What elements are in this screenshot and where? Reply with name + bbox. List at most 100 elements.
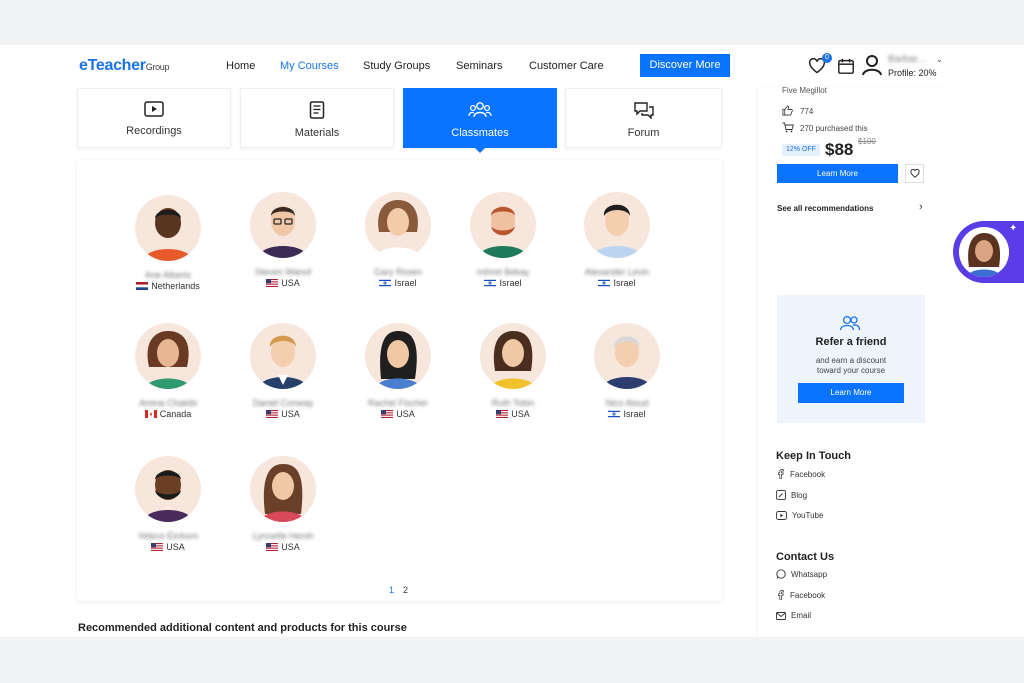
- likes-count: 774: [800, 107, 814, 116]
- tab-recordings[interactable]: Recordings: [77, 88, 231, 148]
- tab-label: Recordings: [126, 125, 182, 137]
- classmate-name: Lynnette Hersh: [252, 531, 314, 541]
- classmate-card[interactable]: Lynnette Hersh USA: [228, 456, 338, 552]
- refer-line-2: toward your course: [816, 366, 886, 375]
- classmate-card[interactable]: Gary Rosen Israel: [343, 192, 453, 288]
- facebook-icon: [778, 469, 784, 480]
- classmate-name: Amina Chakibi: [138, 398, 198, 408]
- classmate-card[interactable]: Amina Chakibi Canada: [113, 323, 223, 419]
- classmate-country: Israel: [562, 278, 672, 288]
- discover-more-button[interactable]: Discover More: [640, 54, 730, 77]
- link-blog[interactable]: Blog: [776, 490, 807, 500]
- nav-seminars[interactable]: Seminars: [456, 60, 502, 72]
- refer-learn-more-button[interactable]: Learn More: [798, 383, 904, 403]
- see-all-recommendations-link[interactable]: See all recommendations: [777, 204, 873, 213]
- nav-customer-care[interactable]: Customer Care: [529, 60, 604, 72]
- avatar: [470, 192, 536, 258]
- chevron-down-icon[interactable]: ⌄: [936, 55, 943, 64]
- classmate-card[interactable]: Yeleno Einhorn USA: [113, 456, 223, 552]
- classmate-country: USA: [228, 278, 338, 288]
- logo-group-text: Group: [145, 62, 170, 72]
- link-label: Facebook: [790, 591, 826, 600]
- learn-more-button[interactable]: Learn More: [777, 164, 898, 183]
- chat-bubbles-icon: [633, 102, 654, 119]
- logo[interactable]: eTeacherGroup: [79, 57, 169, 75]
- contact-us-heading: Contact Us: [776, 551, 835, 563]
- classmate-name: Yeleno Einhorn: [137, 531, 199, 541]
- link-whatsapp[interactable]: Whatsapp: [776, 569, 827, 579]
- classmates-panel: Arie Alberts Netherlands Steven Wanof US…: [77, 160, 722, 601]
- document-icon: [309, 101, 325, 119]
- nav-my-courses[interactable]: My Courses: [280, 60, 339, 72]
- add-to-wishlist-button[interactable]: [905, 164, 924, 183]
- classmate-name: Arie Alberts: [144, 270, 192, 280]
- link-email[interactable]: Email: [776, 611, 811, 620]
- classmate-name: Alexander Levin: [584, 267, 650, 277]
- country-label: USA: [281, 542, 300, 552]
- blog-icon: [776, 490, 786, 500]
- classmate-card[interactable]: Nico Aloud Israel: [572, 323, 682, 419]
- tab-materials[interactable]: Materials: [240, 88, 394, 148]
- classmate-card[interactable]: Steven Wanof USA: [228, 192, 338, 288]
- price: $88: [825, 140, 854, 159]
- flag-usa-icon: [381, 410, 394, 418]
- tab-forum[interactable]: Forum: [565, 88, 722, 148]
- thumbs-up-icon: [782, 105, 793, 116]
- cart-icon: [782, 122, 794, 133]
- classmate-country: USA: [228, 409, 338, 419]
- classmate-country: USA: [458, 409, 568, 419]
- purchased-count: 270 purchased this: [800, 124, 868, 133]
- country-label: Canada: [159, 409, 192, 419]
- tab-label: Forum: [627, 127, 660, 139]
- page-1-link[interactable]: 1: [389, 585, 394, 595]
- bottom-margin: [0, 637, 1024, 683]
- tab-classmates[interactable]: Classmates: [403, 88, 557, 153]
- flag-israel-icon: [379, 279, 392, 287]
- country-label: USA: [511, 409, 530, 419]
- link-label: Facebook: [790, 470, 826, 479]
- classmate-card[interactable]: Ruth Tobin USA: [458, 323, 568, 419]
- country-label: Israel: [394, 278, 417, 288]
- classmate-card[interactable]: mihret Bekay Israel: [448, 192, 558, 288]
- old-price: $100: [858, 137, 876, 146]
- people-icon: [468, 102, 492, 118]
- profile-completion: Profile: 20%: [888, 68, 937, 78]
- logo-text: eTeacher: [79, 57, 146, 74]
- link-label: YouTube: [792, 511, 824, 520]
- heart-icon: [910, 169, 920, 178]
- classmate-card[interactable]: Alexander Levin Israel: [562, 192, 672, 288]
- discount-badge: 12% OFF: [782, 144, 820, 156]
- link-facebook[interactable]: Facebook: [776, 469, 826, 480]
- avatar: [584, 192, 650, 258]
- classmate-card[interactable]: Arie Alberts Netherlands: [113, 195, 223, 291]
- nav-home[interactable]: Home: [226, 60, 255, 72]
- link-label: Email: [791, 611, 812, 620]
- link-contact-facebook[interactable]: Facebook: [776, 590, 826, 601]
- flag-usa-icon: [151, 543, 164, 551]
- right-sidebar: Five Megillot 774 270 purchased this 12%…: [758, 86, 944, 637]
- chevron-right-icon[interactable]: ›: [919, 201, 923, 213]
- classmate-country: Israel: [343, 278, 453, 288]
- classmate-country: USA: [228, 542, 338, 552]
- header: eTeacherGroup Home My Courses Study Grou…: [0, 45, 1024, 87]
- country-label: USA: [281, 278, 300, 288]
- assistant-launcher[interactable]: ✦: [953, 221, 1024, 283]
- country-label: USA: [281, 409, 300, 419]
- calendar-icon[interactable]: [837, 57, 855, 75]
- user-name[interactable]: Barbar...: [888, 54, 926, 65]
- classmate-name: Rachel Fischer: [367, 398, 429, 408]
- link-youtube[interactable]: YouTube: [776, 511, 823, 520]
- classmate-card[interactable]: Daniel Conway USA: [228, 323, 338, 419]
- tab-label: Materials: [294, 127, 340, 139]
- flag-israel-icon: [598, 279, 611, 287]
- user-icon[interactable]: [861, 54, 883, 76]
- avatar: [250, 323, 316, 389]
- flag-usa-icon: [496, 410, 509, 418]
- country-label: Netherlands: [151, 281, 200, 291]
- product-name[interactable]: Five Megillot: [782, 86, 827, 95]
- nav-study-groups[interactable]: Study Groups: [363, 60, 430, 72]
- classmate-card[interactable]: Rachel Fischer USA: [343, 323, 453, 419]
- link-label: Blog: [791, 491, 808, 500]
- page-2-link[interactable]: 2: [403, 585, 408, 595]
- country-label: Israel: [613, 278, 636, 288]
